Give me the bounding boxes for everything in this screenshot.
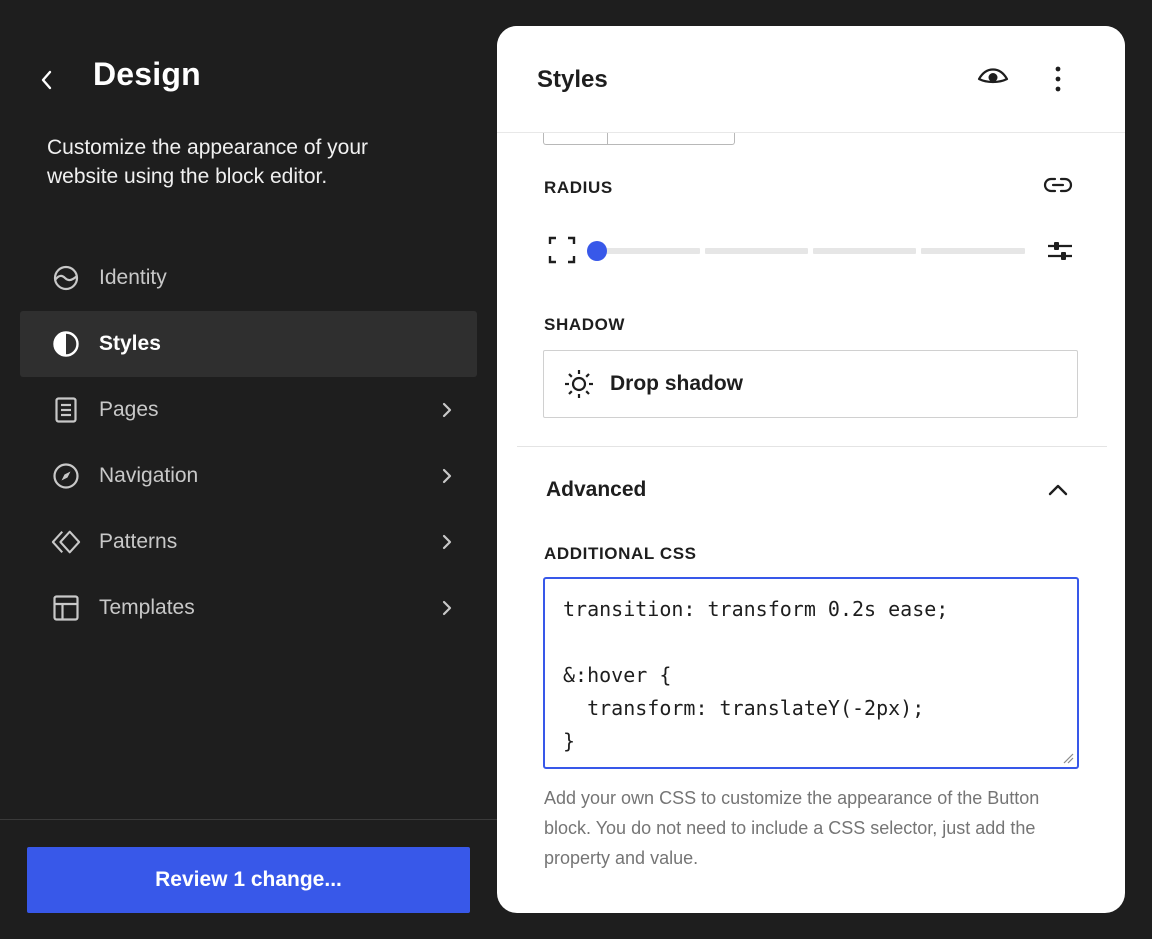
sidebar-item-label: Navigation xyxy=(99,464,199,487)
sidebar-item-label: Styles xyxy=(99,332,161,355)
sidebar-item-templates[interactable]: Templates xyxy=(20,575,477,641)
sidebar-item-navigation[interactable]: Navigation xyxy=(20,443,477,509)
drop-shadow-option[interactable]: Drop shadow xyxy=(543,350,1078,418)
radius-label: RADIUS xyxy=(544,178,613,197)
chevron-right-icon xyxy=(439,531,455,553)
css-line: transition: transform 0.2s ease; xyxy=(563,597,949,621)
panel-title: Styles xyxy=(537,66,608,93)
chevron-right-icon xyxy=(439,597,455,619)
panel-header: Styles xyxy=(497,26,1125,133)
sidebar-item-identity[interactable]: Identity xyxy=(20,245,477,311)
sidebar-item-label: Pages xyxy=(99,398,159,421)
compass-icon xyxy=(51,461,81,491)
patterns-icon xyxy=(51,527,81,557)
unlink-icon xyxy=(1043,177,1073,193)
preview-button[interactable] xyxy=(975,64,1011,94)
sliders-icon xyxy=(1048,242,1072,260)
additional-css-textarea[interactable]: transition: transform 0.2s ease; &:hover… xyxy=(543,577,1079,769)
slider-segment xyxy=(813,248,916,254)
page-icon xyxy=(51,395,81,425)
sidebar-title: Design xyxy=(93,56,201,92)
slider-segment xyxy=(597,248,700,254)
styles-panel: Styles RADIUS SHADOW Drop shadow Advance… xyxy=(497,26,1125,913)
back-button[interactable] xyxy=(34,64,58,96)
sidebar-item-label: Identity xyxy=(99,266,167,289)
corner-radius-icon xyxy=(547,235,577,265)
eye-icon xyxy=(977,68,1009,84)
sidebar-divider xyxy=(0,819,497,820)
custom-value-button[interactable] xyxy=(1044,238,1076,264)
design-sidebar: Design Customize the appearance of your … xyxy=(0,0,497,939)
sidebar-description: Customize the appearance of your website… xyxy=(47,136,369,188)
more-vertical-icon xyxy=(1055,66,1061,92)
css-line: transform: translateY(-2px); xyxy=(563,696,925,720)
layout-icon xyxy=(51,593,81,623)
advanced-toggle[interactable]: Advanced xyxy=(525,464,1085,516)
slider-segment xyxy=(921,248,1025,254)
chevron-right-icon xyxy=(439,399,455,421)
sidebar-item-styles[interactable]: Styles xyxy=(20,311,477,377)
more-options-button[interactable] xyxy=(1045,62,1071,96)
review-changes-button[interactable]: Review 1 change... xyxy=(27,847,470,913)
additional-css-label: ADDITIONAL CSS xyxy=(544,544,697,563)
shadow-label: SHADOW xyxy=(544,315,626,334)
slider-segment xyxy=(705,248,808,254)
sidebar-item-label: Patterns xyxy=(99,530,178,553)
half-circle-icon xyxy=(51,329,81,359)
identity-icon xyxy=(51,263,81,293)
css-line: &:hover { xyxy=(563,663,672,687)
resize-handle-icon[interactable] xyxy=(1062,752,1074,764)
sidebar-item-patterns[interactable]: Patterns xyxy=(20,509,477,575)
advanced-title: Advanced xyxy=(546,478,647,501)
sun-icon xyxy=(562,367,596,401)
unlink-sides-button[interactable] xyxy=(1041,172,1075,198)
chevron-up-icon xyxy=(1046,478,1070,502)
css-help-text: Add your own CSS to customize the appear… xyxy=(544,788,1040,868)
chevron-right-icon xyxy=(439,465,455,487)
radius-slider[interactable] xyxy=(597,248,1025,254)
section-divider xyxy=(517,446,1107,447)
css-line: } xyxy=(563,729,576,753)
sidebar-item-label: Templates xyxy=(99,596,195,619)
sidebar-nav: Identity Styles Pages Navigation Pattern… xyxy=(20,245,477,641)
drop-shadow-label: Drop shadow xyxy=(610,372,744,395)
sidebar-item-pages[interactable]: Pages xyxy=(20,377,477,443)
css-line xyxy=(563,626,1059,659)
chevron-left-icon xyxy=(41,70,52,90)
radius-slider-thumb[interactable] xyxy=(587,241,607,261)
